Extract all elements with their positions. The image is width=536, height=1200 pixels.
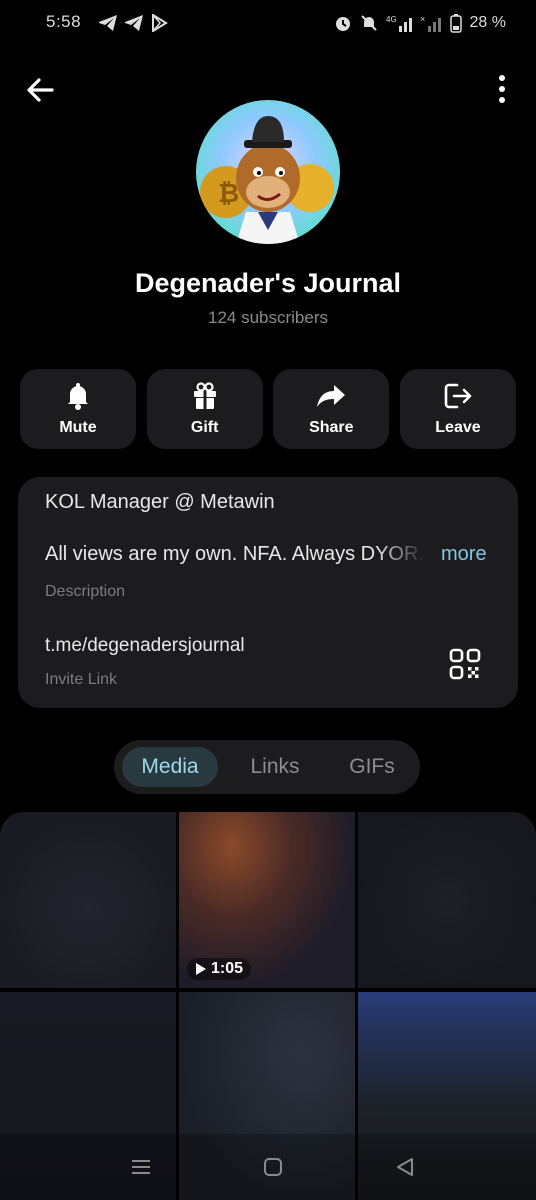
share-label: Share [309, 419, 354, 436]
svg-text:4G: 4G [386, 15, 397, 24]
video-duration-badge: 1:05 [187, 958, 252, 980]
gift-label: Gift [190, 419, 219, 436]
recent-apps-icon [132, 1160, 150, 1174]
tab-gifs[interactable]: GIFs [332, 747, 412, 787]
media-tabs: Media Links GIFs [114, 740, 420, 794]
channel-avatar[interactable]: ₿ [196, 100, 340, 244]
tab-links[interactable]: Links [230, 747, 320, 787]
home-button[interactable] [262, 1156, 286, 1180]
play-icon [196, 963, 206, 975]
gift-button[interactable]: Gift [146, 369, 263, 449]
nav-back-button[interactable] [394, 1156, 418, 1180]
back-button[interactable] [22, 72, 62, 108]
recent-apps-button[interactable] [130, 1156, 154, 1180]
alarm-icon [335, 17, 350, 31]
channel-info-card: KOL Manager @ Metawin All views are my o… [18, 477, 518, 708]
channel-headline: KOL Manager @ Metawin [45, 491, 275, 513]
description-fade [376, 539, 426, 571]
leave-icon [444, 383, 472, 409]
back-arrow-icon [27, 78, 54, 102]
mute-button[interactable]: Mute [20, 369, 136, 449]
telegram-icon [99, 15, 117, 31]
mute-label: Mute [59, 419, 97, 436]
battery-icon [449, 14, 462, 33]
svg-text:₿: ₿ [218, 178, 239, 208]
battery-percent: 28 % [469, 14, 506, 31]
qr-code-icon [449, 648, 481, 680]
share-button[interactable]: Share [273, 369, 390, 449]
no-signal-icon: × [420, 14, 441, 32]
action-buttons: Mute Gift Share Leave [20, 369, 516, 450]
qr-code-button[interactable] [448, 647, 482, 681]
gift-icon [193, 382, 216, 409]
media-thumbnail[interactable] [0, 812, 176, 988]
invite-link-label: Invite Link [45, 671, 118, 688]
invite-link[interactable]: t.me/degenadersjournal [45, 635, 245, 657]
home-icon [264, 1158, 282, 1176]
nav-back-icon [397, 1158, 413, 1176]
leave-button[interactable]: Leave [399, 369, 516, 449]
leave-label: Leave [435, 419, 481, 436]
description-more-link[interactable]: more [441, 543, 487, 566]
tab-media[interactable]: Media [122, 747, 218, 787]
telegram-icon [125, 15, 143, 31]
bell-icon [68, 383, 88, 410]
status-time: 5:58 [46, 12, 82, 31]
status-bar: 5:58 4G × 28 % [0, 0, 536, 48]
description-label: Description [45, 583, 126, 600]
video-duration: 1:05 [211, 960, 244, 977]
mute-icon [360, 15, 377, 31]
play-store-icon [152, 14, 168, 32]
system-navigation-bar [0, 1134, 536, 1200]
4g-signal-icon: 4G [386, 15, 412, 32]
more-menu-button[interactable] [490, 72, 514, 108]
svg-text:×: × [420, 14, 425, 24]
channel-description: All views are my own. NFA. Always DYOR. [45, 543, 424, 565]
media-thumbnail[interactable] [358, 812, 536, 988]
more-vertical-icon [499, 75, 505, 103]
share-icon [317, 385, 346, 407]
video-thumbnail[interactable]: 1:05 [179, 812, 355, 988]
subscriber-count: 124 subscribers [207, 308, 328, 327]
channel-title: Degenader's Journal [134, 268, 401, 298]
